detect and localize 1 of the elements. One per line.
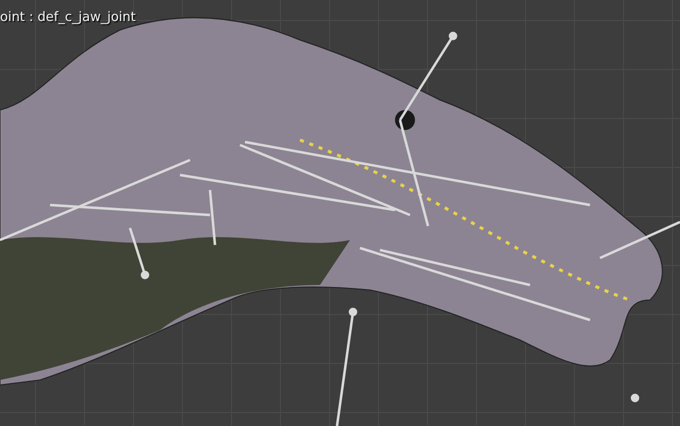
active-object-label: oint : def_c_jaw_joint	[0, 9, 136, 27]
